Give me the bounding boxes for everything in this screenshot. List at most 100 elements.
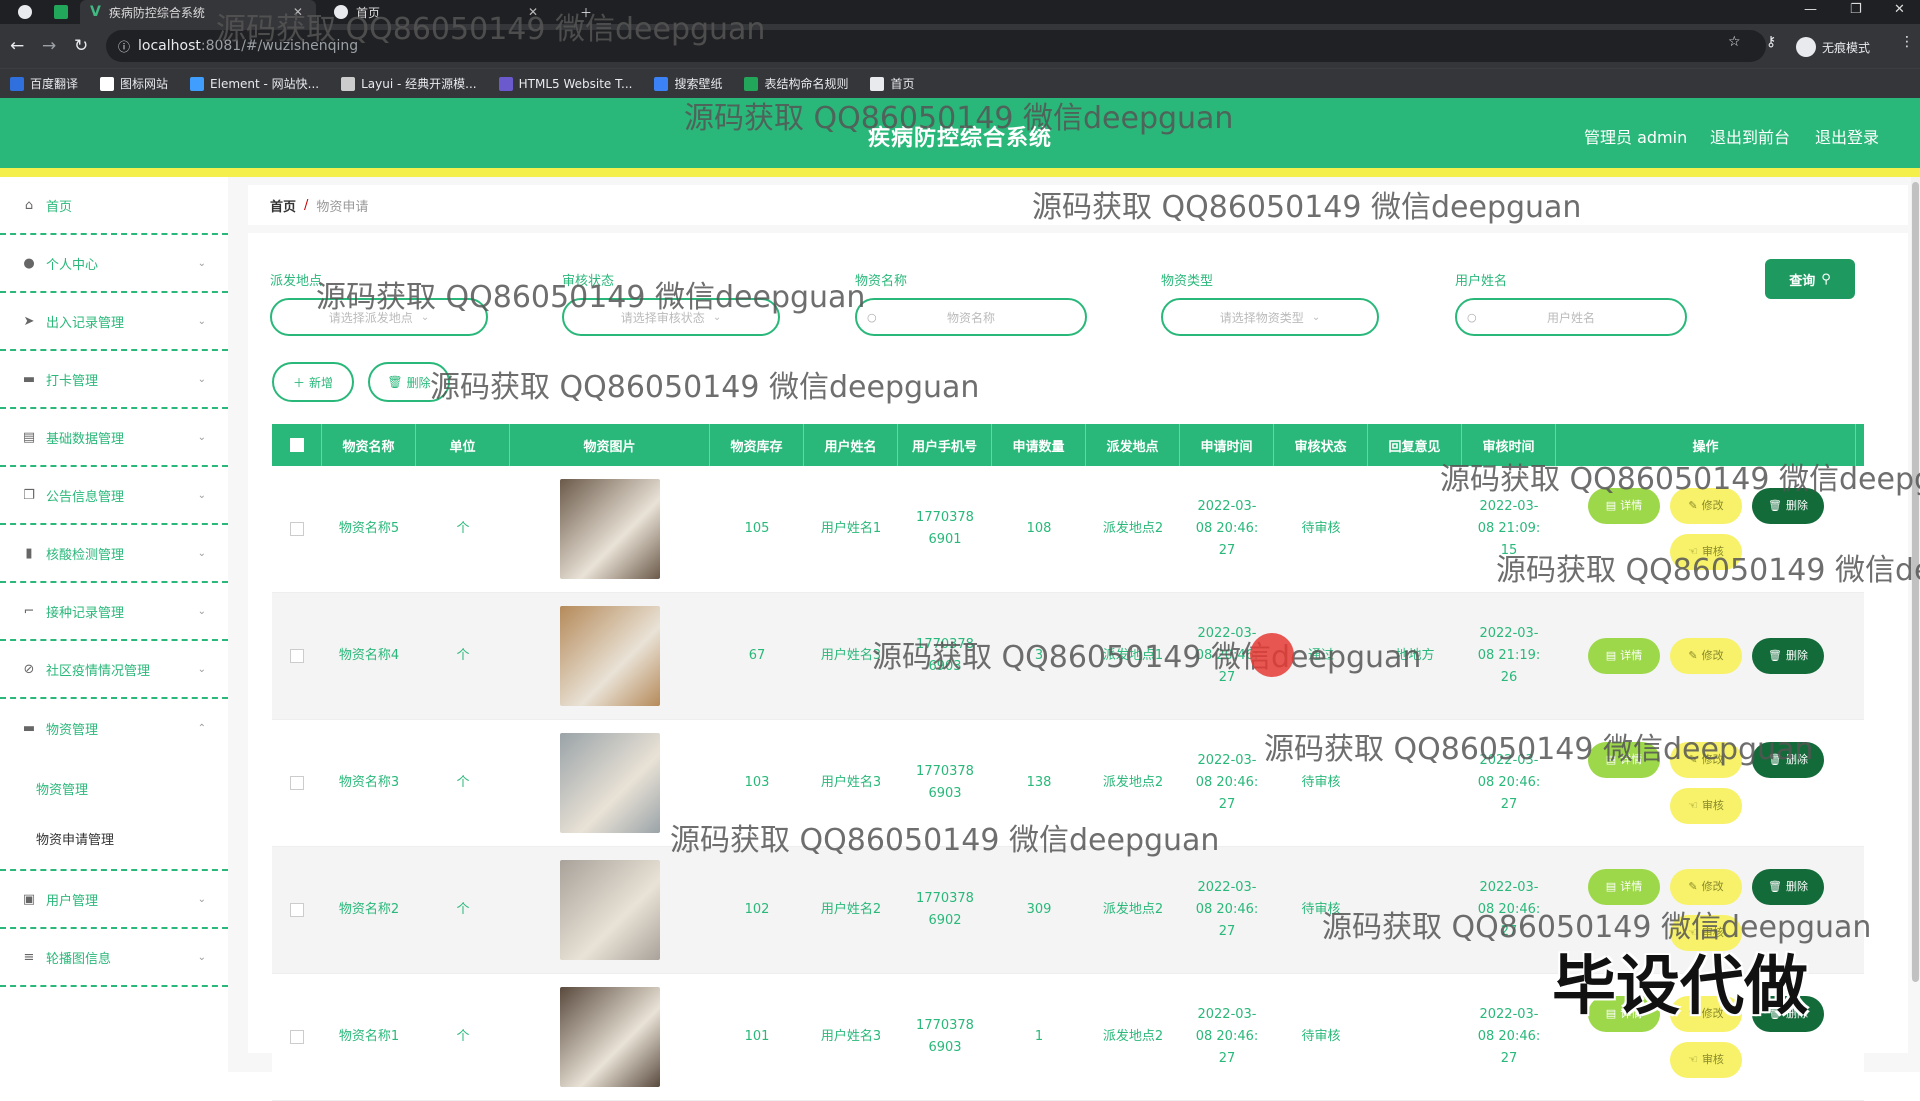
incognito-indicator[interactable]: 无痕模式 [1796, 37, 1870, 57]
delete-row-button[interactable]: 🗑 删除 [1752, 869, 1824, 905]
back-icon[interactable]: ← [10, 36, 24, 56]
submenu-item[interactable]: 物资管理 [0, 763, 228, 813]
forward-icon[interactable]: → [42, 36, 56, 56]
document-icon: ▤ [1605, 753, 1617, 766]
detail-button[interactable]: ▤ 详情 [1588, 488, 1660, 524]
logout-link[interactable]: 退出登录 [1815, 124, 1879, 148]
cell-place: 派发地点1 [1102, 648, 1164, 663]
detail-button[interactable]: ▤ 详情 [1588, 638, 1660, 674]
op-label: 审核 [1701, 545, 1724, 558]
filter-input[interactable]: 请选择物资类型 ⌄ [1161, 298, 1379, 336]
audit-button[interactable]: ☜ 审核 [1670, 1042, 1742, 1078]
edit-button[interactable]: ✎ 修改 [1670, 869, 1742, 905]
detail-button[interactable]: ▤ 详情 [1588, 742, 1660, 778]
sidebar-item[interactable]: ⌂ 首页 [0, 177, 228, 235]
html5-icon [498, 76, 513, 91]
row-checkbox[interactable] [290, 776, 304, 790]
row-checkbox[interactable] [290, 522, 304, 536]
sidebar-item[interactable]: ▤ 基础数据管理 ⌄ [0, 409, 228, 467]
sidebar-item[interactable]: ➤ 出入记录管理 ⌄ [0, 293, 228, 351]
row-checkbox[interactable] [290, 1030, 304, 1044]
filter-input[interactable]: 请选择审核状态 ⌄ [562, 298, 780, 336]
edit-button[interactable]: ✎ 修改 [1670, 638, 1742, 674]
bookmark-item[interactable]: 图标网站 [100, 75, 168, 92]
row-select-cell[interactable] [272, 466, 322, 592]
query-button[interactable]: 查询 ⚲ [1765, 259, 1855, 299]
filter-input[interactable]: 请选择派发地点 ⌄ [270, 298, 488, 336]
bookmark-item[interactable]: HTML5 Website T... [498, 76, 632, 91]
edit-button[interactable]: ✎ 修改 [1670, 488, 1742, 524]
close-tab-icon[interactable]: ✕ [528, 5, 538, 19]
audit-button[interactable]: ☜ 审核 [1670, 788, 1742, 824]
breadcrumb-separator: / [304, 197, 309, 213]
filter-input[interactable]: ○ 用户姓名 [1455, 298, 1687, 336]
select-all-checkbox[interactable] [289, 438, 304, 452]
delete-row-button[interactable]: 🗑 删除 [1752, 488, 1824, 524]
detail-button[interactable]: ▤ 详情 [1588, 869, 1660, 905]
submenu: 物资管理 物资申请管理 [0, 757, 228, 871]
row-select-cell[interactable] [272, 974, 322, 1100]
close-window-icon[interactable]: ✕ [1894, 2, 1905, 17]
key-icon[interactable]: ⚷ [1766, 34, 1776, 50]
cell-status: 待审核 [1301, 1029, 1341, 1044]
cell-name: 物资名称5 [338, 521, 400, 536]
sidebar-item[interactable]: ▬ 物资管理 ⌃ [0, 699, 228, 757]
row-checkbox[interactable] [290, 903, 304, 917]
sidebar-item[interactable]: ⌐ 接种记录管理 ⌄ [0, 583, 228, 641]
audit-button[interactable]: ☜ 审核 [1670, 534, 1742, 570]
submenu-item[interactable]: 物资申请管理 [0, 813, 228, 863]
bookmark-item[interactable]: 表结构命名规则 [744, 75, 848, 92]
select-all-cell[interactable] [272, 424, 322, 466]
sidebar-item-label: 基础数据管理 [46, 431, 125, 447]
sidebar-item[interactable]: ● 个人中心 ⌄ [0, 235, 228, 293]
new-tab-button[interactable]: ＋ [570, 0, 602, 24]
front-link[interactable]: 退出到前台 [1710, 124, 1790, 148]
sidebar-item[interactable]: ≡ 轮播图信息 ⌄ [0, 929, 228, 987]
row-select-cell[interactable] [272, 847, 322, 973]
delete-button[interactable]: 🗑 删除 [368, 362, 450, 402]
delete-row-button[interactable]: 🗑 删除 [1752, 638, 1824, 674]
sidebar-item[interactable]: ▬ 打卡管理 ⌄ [0, 351, 228, 409]
pinned-tab[interactable] [44, 0, 78, 24]
delete-row-button[interactable]: 🗑 删除 [1752, 742, 1824, 778]
bookmark-item[interactable]: 首页 [870, 75, 915, 92]
scrollbar-thumb[interactable] [1912, 182, 1919, 982]
breadcrumb-home[interactable]: 首页 [270, 196, 296, 215]
tab-home[interactable]: 首页 ✕ [324, 0, 560, 24]
tab-active[interactable]: V 疾病防控综合系统 ✕ [80, 0, 316, 24]
filter-input[interactable]: ○ 物资名称 [855, 298, 1087, 336]
sidebar-item[interactable]: ▮ 核酸检测管理 ⌄ [0, 525, 228, 583]
filter-placeholder: 用户姓名 [1546, 310, 1595, 325]
material-image[interactable] [560, 733, 660, 833]
layui-icon [341, 76, 356, 91]
material-image[interactable] [560, 860, 660, 960]
add-button[interactable]: ＋ 新增 [272, 362, 354, 402]
material-image[interactable] [560, 479, 660, 579]
bookmark-item[interactable]: 搜索壁纸 [654, 75, 722, 92]
cell-audit-time: 2022-03-08 21:09:15 [1477, 499, 1541, 558]
cell-img [510, 974, 710, 1100]
sidebar-item[interactable]: ⊘ 社区疫情情况管理 ⌄ [0, 641, 228, 699]
audit-icon: ☜ [1688, 545, 1698, 558]
op-label: 详情 [1620, 649, 1643, 662]
bookmark-star-icon[interactable]: ☆ [1728, 34, 1741, 50]
row-checkbox[interactable] [290, 649, 304, 663]
bookmark-item[interactable]: Layui - 经典开源模... [341, 75, 477, 92]
incognito-icon [1796, 37, 1816, 57]
url-input[interactable]: ⓘ localhost:8081/#/wuzishenqing [106, 30, 1766, 62]
row-select-cell[interactable] [272, 720, 322, 846]
minimize-icon[interactable]: — [1804, 2, 1817, 17]
incognito-tab-icon[interactable] [8, 0, 42, 24]
sidebar-item[interactable]: ▣ 用户管理 ⌄ [0, 871, 228, 929]
material-image[interactable] [560, 987, 660, 1087]
edit-button[interactable]: ✎ 修改 [1670, 742, 1742, 778]
reload-icon[interactable]: ↻ [74, 36, 88, 56]
restore-icon[interactable]: ❐ [1850, 2, 1862, 17]
sidebar-item[interactable]: ❐ 公告信息管理 ⌄ [0, 467, 228, 525]
material-image[interactable] [560, 606, 660, 706]
menu-dots-icon[interactable]: ⋮ [1900, 34, 1914, 50]
bookmark-item[interactable]: Element - 网站快... [190, 75, 319, 92]
close-tab-icon[interactable]: ✕ [293, 5, 303, 19]
bookmark-item[interactable]: 百度翻译 [10, 75, 78, 92]
row-select-cell[interactable] [272, 593, 322, 719]
